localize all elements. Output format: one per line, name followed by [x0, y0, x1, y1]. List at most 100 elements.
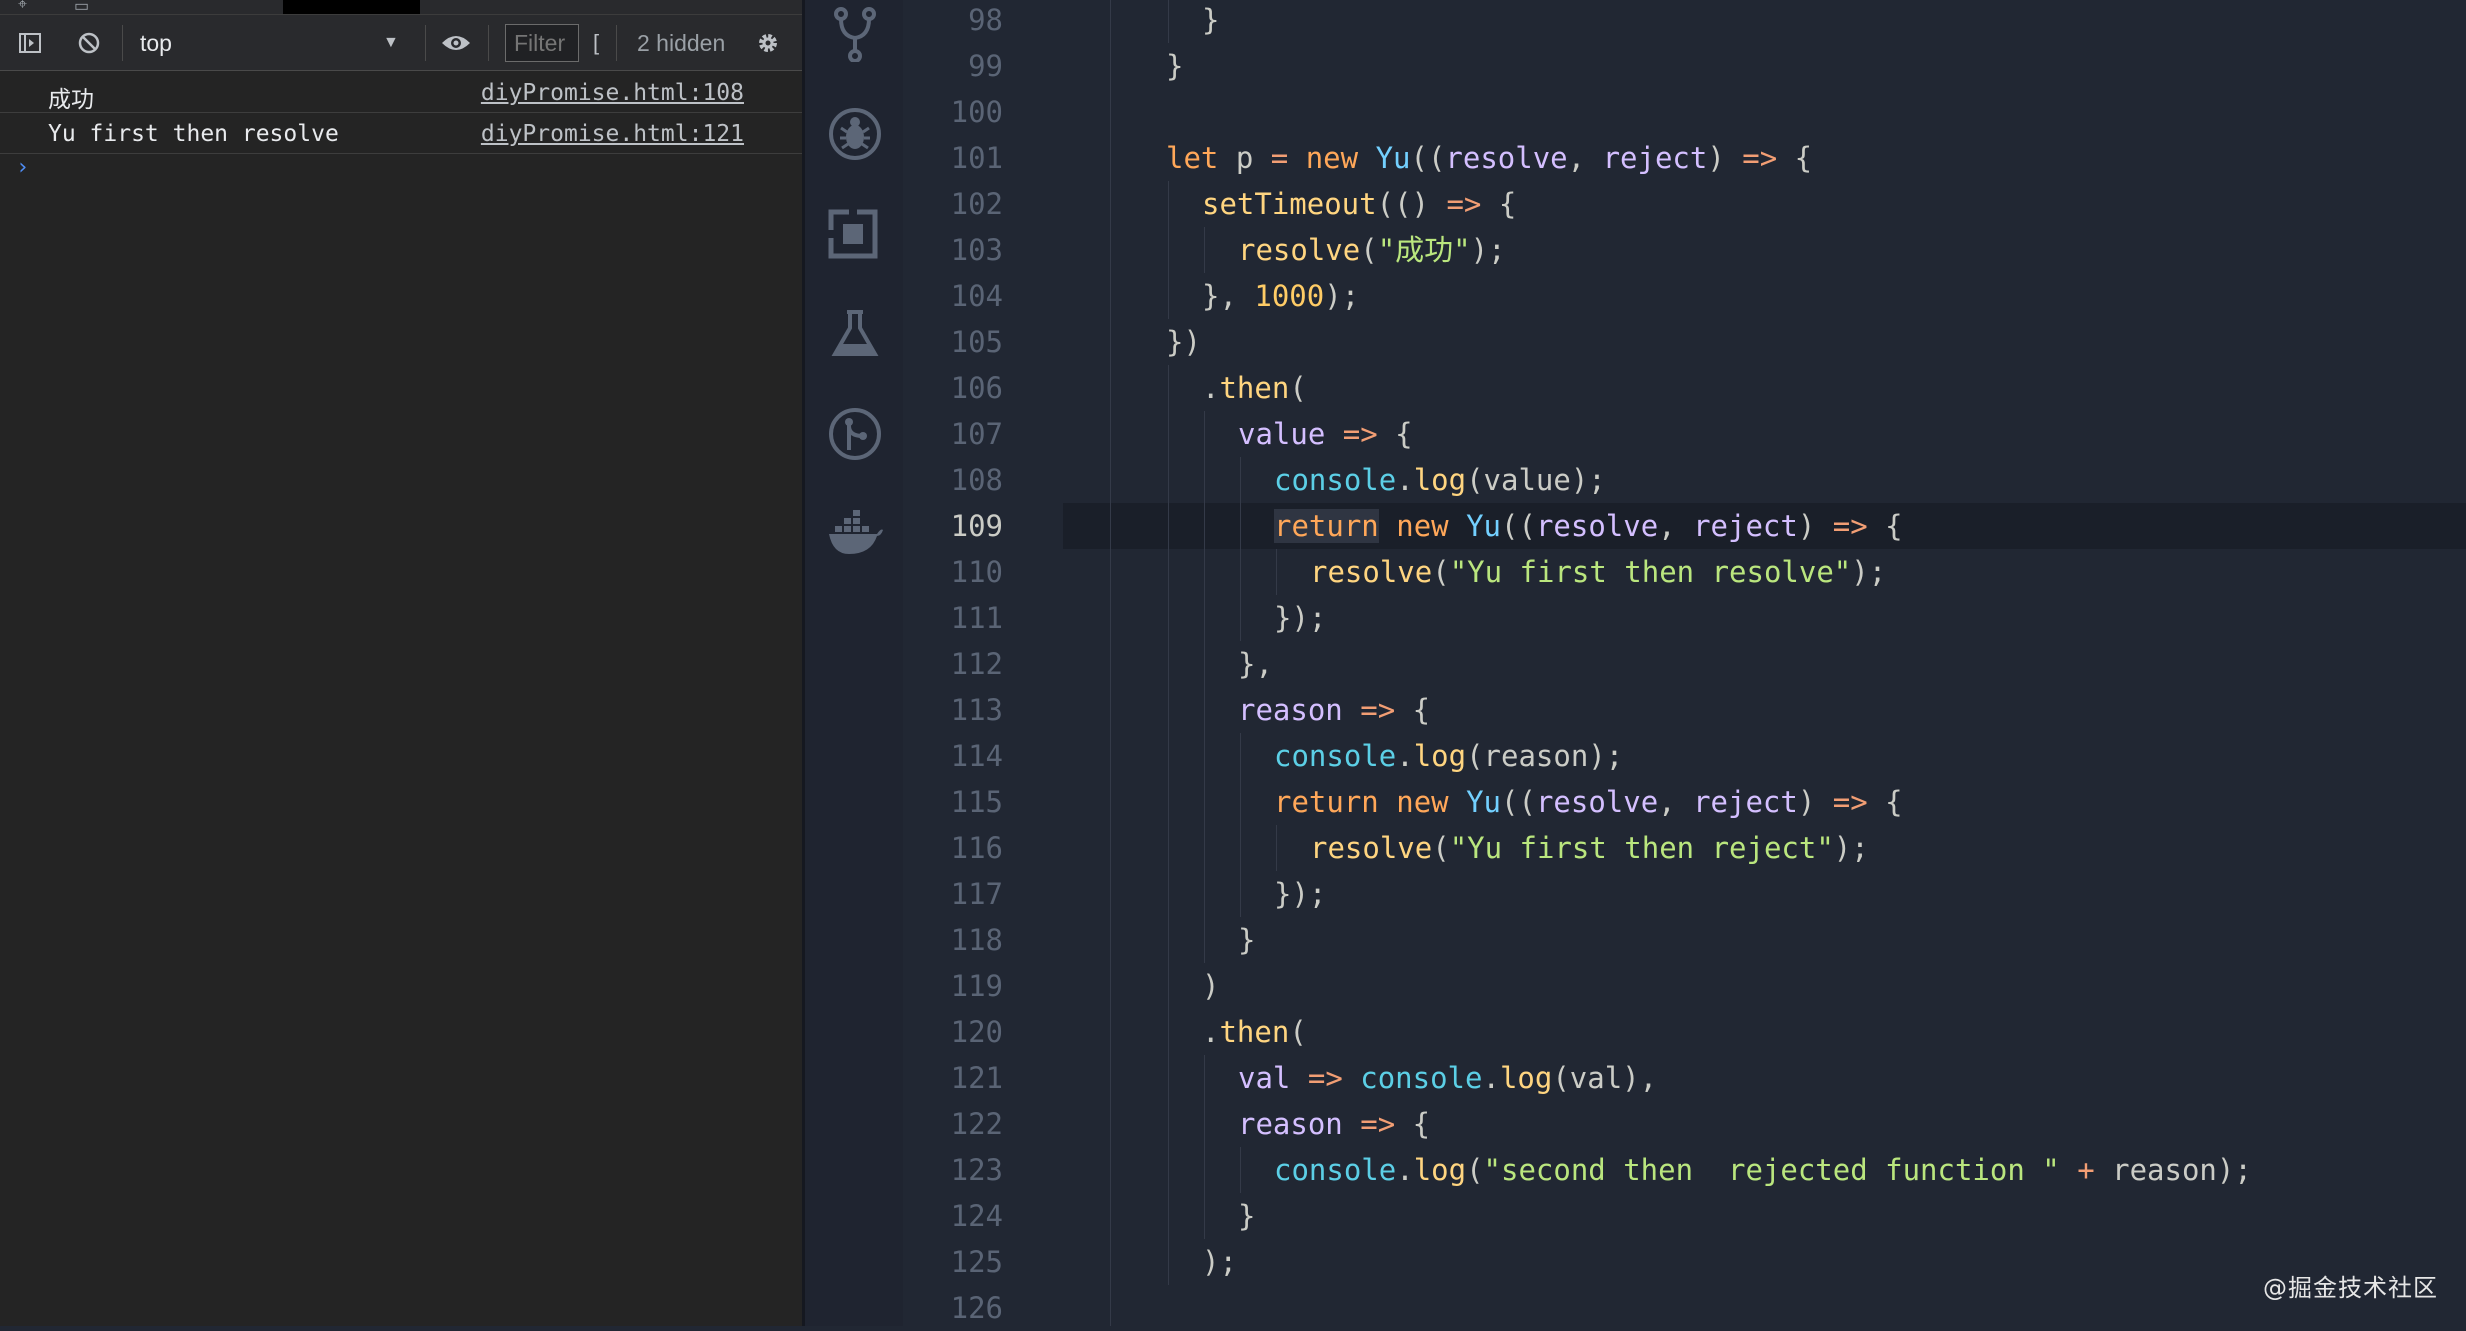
code-line[interactable]: reason => { — [1238, 1101, 1430, 1147]
code-line[interactable]: val => console.log(val), — [1238, 1055, 1657, 1101]
code-token: ); — [1324, 279, 1360, 313]
code-token: }); — [1274, 601, 1327, 635]
code-line[interactable]: resolve("Yu first then resolve"); — [1310, 549, 1886, 595]
code-line[interactable]: value => { — [1238, 411, 1413, 457]
code-token: ) — [1797, 509, 1833, 543]
code-line[interactable]: .then( — [1202, 1009, 1307, 1055]
code-token: . — [1202, 1015, 1220, 1049]
code-token: => — [1360, 693, 1396, 727]
code-line[interactable]: } — [1238, 1193, 1255, 1239]
code-line[interactable]: }, 1000); — [1202, 273, 1359, 319]
sidebar-toggle-icon[interactable] — [18, 31, 42, 55]
code-line[interactable]: }); — [1274, 871, 1326, 917]
run-debug-icon[interactable] — [827, 106, 883, 162]
code-token: console — [1360, 1061, 1483, 1095]
code-token: => — [1742, 141, 1778, 175]
indent-guide — [1204, 871, 1205, 917]
code-token: (( — [1410, 141, 1446, 175]
code-token: reject — [1693, 509, 1798, 543]
code-line[interactable]: console.log(value); — [1274, 457, 1606, 503]
line-number: 105 — [950, 325, 1003, 359]
line-number: 118 — [950, 923, 1003, 957]
code-line[interactable]: } — [1166, 43, 1183, 89]
indent-guide — [1168, 641, 1169, 687]
dropdown-arrow-icon: ▼ — [383, 34, 399, 51]
inspect-icon[interactable]: ⌖ — [18, 0, 27, 14]
indent-guide — [1168, 917, 1169, 963]
context-select[interactable]: top ▼ — [140, 27, 410, 59]
console-toolbar: top ▼ [ 2 hidden — [0, 15, 802, 71]
line-number: 100 — [950, 95, 1003, 129]
code-token: val — [1238, 1061, 1291, 1095]
code-line[interactable]: setTimeout(() => { — [1202, 181, 1516, 227]
code-line[interactable]: }) — [1166, 319, 1201, 365]
indent-guide — [1240, 503, 1241, 549]
indent-guide — [1168, 1239, 1169, 1285]
code-line[interactable]: ) — [1202, 963, 1219, 1009]
line-number: 107 — [950, 417, 1003, 451]
settings-gear-icon[interactable] — [756, 31, 780, 55]
code-line[interactable]: console.log(reason); — [1274, 733, 1623, 779]
code-line[interactable]: resolve("成功"); — [1238, 227, 1506, 273]
indent-guide — [1168, 1055, 1169, 1101]
code-token: ( — [1289, 371, 1307, 405]
code-token: }) — [1166, 325, 1201, 359]
code-line[interactable]: .then( — [1202, 365, 1307, 411]
line-number: 109 — [950, 509, 1003, 543]
code-token: { — [1395, 693, 1431, 727]
indent-guide — [1240, 549, 1241, 595]
code-token: resolve — [1310, 555, 1433, 589]
line-number: 99 — [968, 49, 1003, 83]
indent-guide — [1240, 825, 1241, 871]
code-editor[interactable]: }} let p = new Yu((resolve, reject) => {s… — [1063, 0, 2466, 1326]
code-line[interactable]: reason => { — [1238, 687, 1430, 733]
code-token: resolve — [1310, 831, 1433, 865]
code-line[interactable]: let p = new Yu((resolve, reject) => { — [1166, 135, 1812, 181]
hidden-messages-count: 2 hidden — [637, 30, 726, 56]
line-number: 123 — [950, 1153, 1003, 1187]
live-expression-eye-icon[interactable] — [440, 31, 472, 55]
filter-options-toggle[interactable]: [ — [593, 27, 599, 59]
code-line[interactable]: return new Yu((resolve, reject) => { — [1274, 779, 1903, 825]
code-line[interactable]: resolve("Yu first then reject"); — [1310, 825, 1869, 871]
indent-guide — [1168, 779, 1169, 825]
device-toggle-icon[interactable]: ▭ — [74, 0, 89, 16]
code-token: => — [1360, 1107, 1396, 1141]
code-token: => — [1832, 509, 1868, 543]
code-line[interactable]: return new Yu((resolve, reject) => { — [1274, 503, 1903, 549]
console-prompt[interactable]: › — [16, 155, 29, 180]
code-line[interactable]: }, — [1238, 641, 1273, 687]
code-line[interactable]: }); — [1274, 595, 1326, 641]
indent-guide — [1168, 595, 1169, 641]
line-number: 112 — [950, 647, 1003, 681]
code-token: . — [1396, 463, 1414, 497]
git-graph-icon[interactable] — [827, 406, 883, 462]
clear-console-icon[interactable] — [77, 31, 101, 55]
indent-guide — [1168, 963, 1169, 1009]
code-token: . — [1482, 1061, 1500, 1095]
code-token: => — [1307, 1061, 1343, 1095]
code-line[interactable]: } — [1238, 917, 1255, 963]
indent-guide — [1168, 457, 1169, 503]
extensions-icon[interactable] — [827, 206, 883, 262]
code-line[interactable]: } — [1202, 0, 1219, 43]
log-source-link[interactable]: diyPromise.html:121 — [481, 121, 744, 147]
code-line[interactable]: ); — [1202, 1239, 1237, 1285]
code-token: => — [1446, 187, 1482, 221]
line-number: 104 — [950, 279, 1003, 313]
source-control-icon[interactable] — [827, 6, 883, 62]
redacted-block — [283, 0, 420, 14]
docker-icon[interactable] — [827, 506, 883, 562]
line-number: 125 — [950, 1245, 1003, 1279]
indent-guide — [1204, 549, 1205, 595]
testing-flask-icon[interactable] — [827, 306, 883, 362]
indent-guide — [1168, 365, 1169, 411]
filter-input[interactable] — [505, 24, 579, 62]
log-source-link[interactable]: diyPromise.html:108 — [481, 80, 744, 106]
code-token: (value); — [1466, 463, 1606, 497]
code-token: { — [1777, 141, 1813, 175]
code-line[interactable]: console.log("second then rejected functi… — [1274, 1147, 2252, 1193]
code-token: Yu — [1375, 141, 1411, 175]
